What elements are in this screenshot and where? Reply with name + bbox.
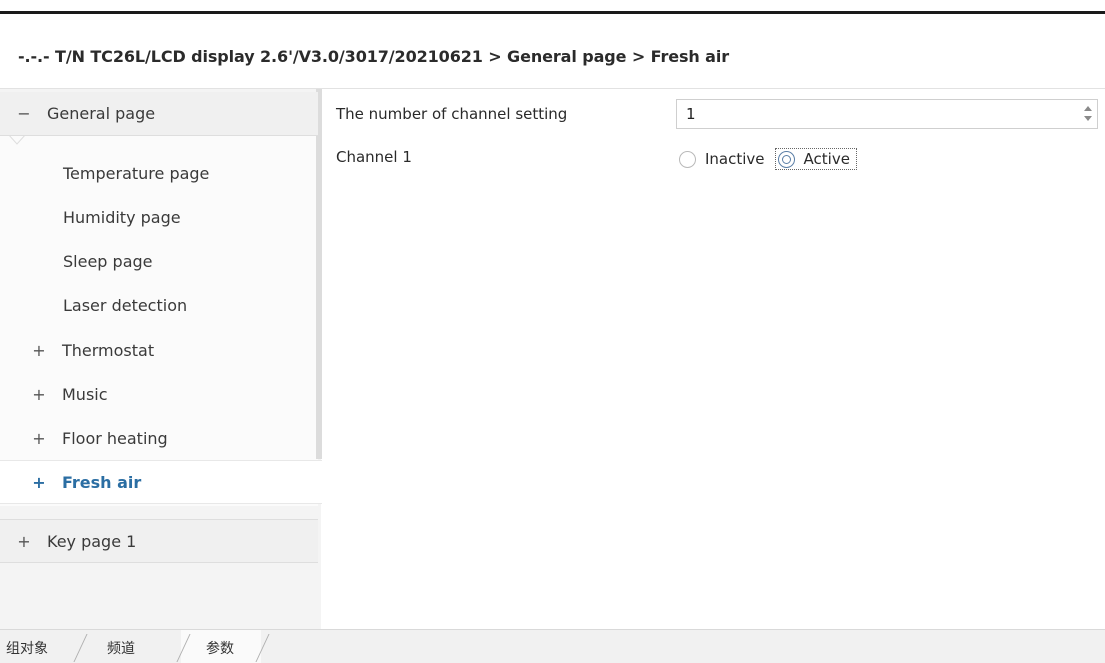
expand-icon[interactable]: + — [17, 532, 31, 551]
sidebar-item-fresh-air[interactable]: + Fresh air — [0, 460, 322, 504]
sidebar-group-label: Key page 1 — [47, 531, 137, 551]
sidebar-item-label: Fresh air — [62, 472, 142, 492]
radio-label: Active — [803, 150, 850, 168]
breadcrumb: -.-.- T/N TC26L/LCD display 2.6'/V3.0/30… — [18, 47, 730, 66]
tab-channels[interactable]: 频道 — [107, 638, 135, 658]
sidebar-group-label: General page — [47, 104, 156, 123]
sidebar-group-key-page-1[interactable]: + Key page 1 — [0, 519, 318, 563]
radio-active[interactable]: Active — [774, 148, 857, 170]
sidebar-item-label: Humidity page — [63, 207, 181, 227]
expand-icon[interactable]: + — [32, 473, 46, 492]
sidebar-item-music[interactable]: + Music — [0, 372, 318, 416]
sidebar-item-label: Thermostat — [62, 340, 155, 360]
expand-icon[interactable]: + — [32, 385, 46, 404]
channel-count-value: 1 — [686, 105, 696, 123]
tab-group-objects[interactable]: 组对象 — [6, 638, 48, 658]
sidebar-item-label: Floor heating — [62, 428, 168, 448]
spinner-icon[interactable] — [1083, 104, 1093, 124]
sidebar-item-temperature-page[interactable]: Temperature page — [0, 151, 318, 195]
sidebar-item-humidity-page[interactable]: Humidity page — [0, 195, 318, 239]
channel-setting-label: The number of channel setting — [336, 105, 568, 123]
collapse-icon[interactable]: − — [17, 104, 31, 123]
bottom-tab-bar: 组对象 频道 参数 — [0, 629, 1105, 663]
expand-icon[interactable]: + — [32, 429, 46, 448]
channel1-radio-group: Inactive Active — [679, 146, 867, 172]
spinner-down-icon[interactable] — [1084, 116, 1092, 121]
sidebar-item-label: Sleep page — [63, 251, 153, 271]
tab-parameters[interactable]: 参数 — [206, 638, 234, 658]
top-rule — [0, 11, 1105, 14]
sidebar-item-label: Laser detection — [63, 295, 188, 315]
sidebar-item-floor-heating[interactable]: + Floor heating — [0, 416, 318, 460]
spinner-up-icon[interactable] — [1084, 106, 1092, 111]
radio-circle-icon[interactable] — [679, 150, 696, 168]
channel1-label: Channel 1 — [336, 148, 412, 166]
sidebar-item-label: Temperature page — [63, 163, 210, 183]
radio-label: Inactive — [705, 150, 765, 168]
sidebar-item-laser-detection[interactable]: Laser detection — [0, 283, 318, 327]
channel-count-stepper[interactable]: 1 — [676, 99, 1098, 129]
sidebar-item-sleep-page[interactable]: Sleep page — [0, 239, 318, 283]
sidebar-group-general[interactable]: − General page — [0, 92, 318, 136]
radio-selected-icon[interactable] — [777, 150, 795, 168]
sidebar-item-thermostat[interactable]: + Thermostat — [0, 328, 318, 372]
sidebar-item-label: Music — [62, 384, 108, 404]
radio-inactive[interactable]: Inactive — [679, 150, 765, 168]
expand-icon[interactable]: + — [32, 341, 46, 360]
tab-separator — [73, 634, 88, 662]
